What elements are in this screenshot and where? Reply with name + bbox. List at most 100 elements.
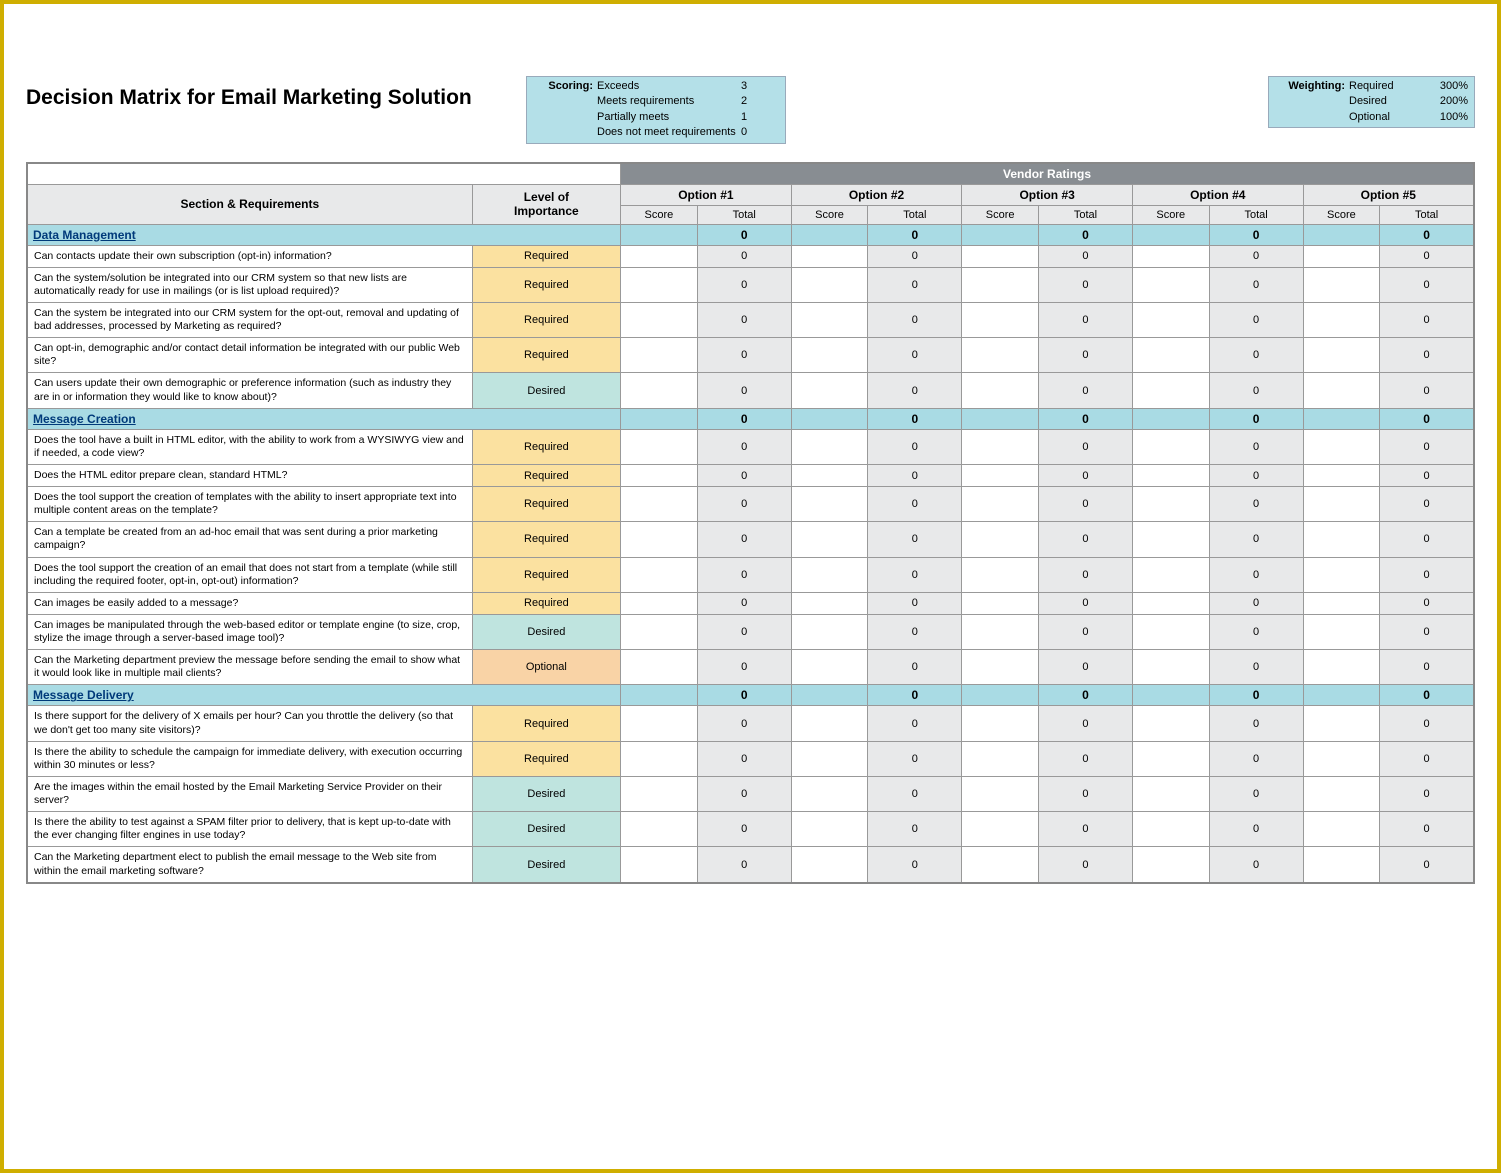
score-cell[interactable] [1132, 487, 1209, 522]
score-cell[interactable] [962, 487, 1039, 522]
score-cell[interactable] [962, 706, 1039, 741]
score-cell[interactable] [962, 373, 1039, 408]
total-cell: 0 [1209, 614, 1303, 649]
score-cell[interactable] [791, 741, 868, 776]
score-cell[interactable] [962, 847, 1039, 883]
score-cell[interactable] [1303, 429, 1380, 464]
score-cell[interactable] [1303, 302, 1380, 337]
score-cell[interactable] [791, 706, 868, 741]
score-cell[interactable] [791, 302, 868, 337]
score-cell[interactable] [1132, 522, 1209, 557]
score-cell[interactable] [962, 245, 1039, 267]
score-cell[interactable] [1303, 847, 1380, 883]
level-cell: Required [472, 487, 620, 522]
score-cell[interactable] [791, 614, 868, 649]
total-cell: 0 [1380, 464, 1474, 486]
total-cell: 0 [1038, 429, 1132, 464]
score-cell[interactable] [1303, 614, 1380, 649]
score-cell[interactable] [1303, 592, 1380, 614]
score-cell[interactable] [791, 522, 868, 557]
score-cell[interactable] [1132, 429, 1209, 464]
score-cell[interactable] [1303, 464, 1380, 486]
score-cell[interactable] [1132, 557, 1209, 592]
score-cell[interactable] [1132, 245, 1209, 267]
score-cell[interactable] [621, 847, 698, 883]
score-cell[interactable] [791, 338, 868, 373]
score-cell[interactable] [621, 245, 698, 267]
score-cell[interactable] [621, 373, 698, 408]
score-cell[interactable] [791, 776, 868, 811]
score-cell[interactable] [1132, 706, 1209, 741]
score-cell[interactable] [1132, 373, 1209, 408]
requirement-text: Is there the ability to test against a S… [27, 812, 472, 847]
score-cell[interactable] [791, 429, 868, 464]
total-cell: 0 [697, 592, 791, 614]
weighting-row-text: Required [1349, 79, 1419, 94]
score-cell[interactable] [1132, 267, 1209, 302]
score-cell[interactable] [791, 487, 868, 522]
score-cell[interactable] [621, 487, 698, 522]
total-cell: 0 [1380, 429, 1474, 464]
score-cell[interactable] [1303, 776, 1380, 811]
score-cell[interactable] [962, 776, 1039, 811]
score-cell[interactable] [791, 650, 868, 685]
score-cell[interactable] [791, 267, 868, 302]
score-cell[interactable] [1132, 338, 1209, 373]
score-cell[interactable] [621, 776, 698, 811]
score-cell[interactable] [1132, 650, 1209, 685]
score-cell[interactable] [621, 429, 698, 464]
score-cell[interactable] [1303, 741, 1380, 776]
score-cell[interactable] [962, 557, 1039, 592]
score-cell[interactable] [1303, 373, 1380, 408]
score-cell[interactable] [621, 338, 698, 373]
score-cell[interactable] [621, 302, 698, 337]
score-cell[interactable] [1132, 614, 1209, 649]
score-cell[interactable] [962, 522, 1039, 557]
score-cell[interactable] [1303, 267, 1380, 302]
score-cell[interactable] [621, 812, 698, 847]
score-cell[interactable] [1303, 245, 1380, 267]
score-cell[interactable] [1303, 650, 1380, 685]
score-cell[interactable] [621, 592, 698, 614]
score-cell[interactable] [1132, 464, 1209, 486]
score-cell[interactable] [621, 464, 698, 486]
score-cell[interactable] [1132, 847, 1209, 883]
col-score: Score [791, 205, 868, 224]
score-cell[interactable] [1303, 522, 1380, 557]
score-cell[interactable] [621, 557, 698, 592]
score-cell[interactable] [1303, 706, 1380, 741]
score-cell[interactable] [791, 464, 868, 486]
score-cell[interactable] [621, 706, 698, 741]
score-cell[interactable] [962, 429, 1039, 464]
score-cell[interactable] [1132, 741, 1209, 776]
score-cell[interactable] [621, 267, 698, 302]
score-cell[interactable] [1303, 487, 1380, 522]
score-cell[interactable] [621, 741, 698, 776]
score-cell[interactable] [791, 592, 868, 614]
score-cell[interactable] [791, 847, 868, 883]
score-cell[interactable] [962, 812, 1039, 847]
score-cell[interactable] [1132, 302, 1209, 337]
score-cell[interactable] [962, 592, 1039, 614]
score-cell[interactable] [1132, 812, 1209, 847]
score-cell[interactable] [1132, 592, 1209, 614]
score-cell[interactable] [1303, 338, 1380, 373]
score-cell[interactable] [962, 614, 1039, 649]
score-cell[interactable] [962, 302, 1039, 337]
score-cell[interactable] [962, 650, 1039, 685]
score-cell[interactable] [1303, 812, 1380, 847]
score-cell[interactable] [621, 522, 698, 557]
score-cell[interactable] [621, 614, 698, 649]
score-cell[interactable] [791, 245, 868, 267]
score-cell[interactable] [621, 650, 698, 685]
score-cell[interactable] [1303, 557, 1380, 592]
score-cell[interactable] [962, 267, 1039, 302]
score-cell[interactable] [962, 464, 1039, 486]
score-cell[interactable] [962, 741, 1039, 776]
score-cell[interactable] [791, 373, 868, 408]
score-cell[interactable] [1132, 776, 1209, 811]
total-cell: 0 [1209, 706, 1303, 741]
score-cell[interactable] [791, 812, 868, 847]
score-cell[interactable] [962, 338, 1039, 373]
score-cell[interactable] [791, 557, 868, 592]
